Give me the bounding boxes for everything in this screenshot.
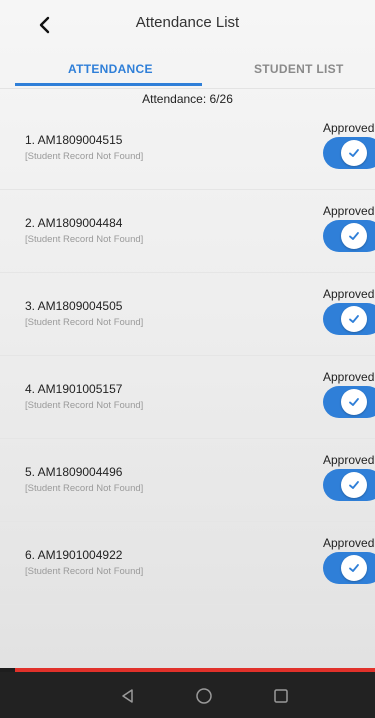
approval-toggle[interactable] [323,552,375,584]
approval-toggle[interactable] [323,137,375,169]
list-item: 5. AM1809004496 [Student Record Not Foun… [0,439,375,522]
list-item: 3. AM1809004505 [Student Record Not Foun… [0,273,375,356]
student-note: [Student Record Not Found] [25,151,144,162]
student-note: [Student Record Not Found] [25,566,144,577]
student-note: [Student Record Not Found] [25,483,144,494]
status-label: Approved [323,453,375,467]
student-note: [Student Record Not Found] [25,400,144,411]
status-label: Approved [323,287,375,301]
checkmark-icon [349,149,359,157]
nav-home-button[interactable] [193,685,215,707]
checkmark-icon [349,315,359,323]
approval-toggle[interactable] [323,386,375,418]
toggle-knob [341,555,367,581]
approval-toggle[interactable] [323,220,375,252]
nav-recents-button[interactable] [270,685,292,707]
student-id: 4. AM1901005157 [25,382,123,396]
list-item: 4. AM1901005157 [Student Record Not Foun… [0,356,375,439]
attendance-summary: Attendance: 6/26 [142,92,233,106]
student-id: 2. AM1809004484 [25,216,123,230]
tab-student-list[interactable]: STUDENT LIST [254,62,344,76]
checkmark-icon [349,481,359,489]
system-nav-bar [0,672,375,718]
tab-attendance[interactable]: ATTENDANCE [68,62,153,76]
list-item: 2. AM1809004484 [Student Record Not Foun… [0,190,375,273]
list-item: 6. AM1901004922 [Student Record Not Foun… [0,522,375,605]
app-bar: Attendance List [0,0,375,50]
student-id: 6. AM1901004922 [25,548,123,562]
toggle-knob [341,472,367,498]
nav-back-button[interactable] [117,685,139,707]
status-label: Approved [323,536,375,550]
status-label: Approved [323,121,375,135]
toggle-knob [341,389,367,415]
nav-recents-icon [274,689,288,703]
list-item: 1. AM1809004515 [Student Record Not Foun… [0,107,375,190]
active-tab-indicator [15,83,202,86]
student-note: [Student Record Not Found] [25,317,144,328]
page-title: Attendance List [135,14,240,31]
student-id: 5. AM1809004496 [25,465,123,479]
checkmark-icon [349,232,359,240]
checkmark-icon [349,564,359,572]
student-note: [Student Record Not Found] [25,234,144,245]
nav-back-icon [122,689,133,703]
attendance-list: 1. AM1809004515 [Student Record Not Foun… [0,107,375,605]
student-id: 3. AM1809004505 [25,299,123,313]
toggle-knob [341,140,367,166]
toggle-knob [341,306,367,332]
checkmark-icon [349,398,359,406]
toggle-knob [341,223,367,249]
approval-toggle[interactable] [323,303,375,335]
nav-home-icon [196,688,212,704]
approval-toggle[interactable] [323,469,375,501]
app-screen: Attendance List ATTENDANCE STUDENT LIST … [0,0,375,668]
student-id: 1. AM1809004515 [25,133,123,147]
status-label: Approved [323,370,375,384]
status-label: Approved [323,204,375,218]
